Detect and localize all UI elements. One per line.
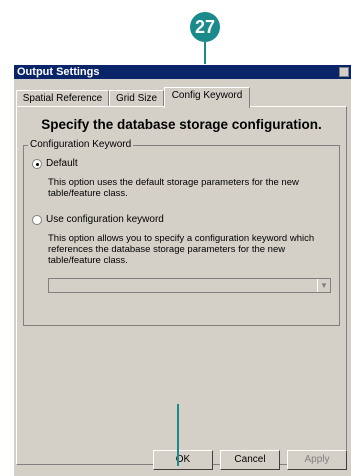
cancel-button[interactable]: Cancel [220,450,280,470]
config-keyword-select[interactable]: ▼ [48,278,331,293]
config-keyword-description-line2: references the database storage paramete… [48,244,286,255]
close-icon[interactable] [339,67,349,77]
config-keyword-description-line1: This option allows you to specify a conf… [48,233,315,244]
default-radio-label[interactable]: Default [46,158,78,169]
tab-spatial-reference[interactable]: Spatial Reference [16,90,109,107]
callout-line-ok [177,404,179,466]
default-radio[interactable] [32,159,42,169]
configuration-keyword-group: Configuration Keyword Default This optio… [23,139,340,326]
tab-config-keyword[interactable]: Config Keyword [164,87,250,108]
config-keyword-panel: Specify the database storage configurati… [16,106,347,465]
use-config-keyword-label[interactable]: Use configuration keyword [46,214,164,225]
config-keyword-description-line3: table/feature class. [48,255,128,266]
panel-heading: Specify the database storage configurati… [41,117,322,132]
use-config-keyword-radio[interactable] [32,215,42,225]
default-description-line2: table/feature class. [48,188,128,199]
tab-grid-size[interactable]: Grid Size [109,90,164,107]
step-number-badge: 27 [190,12,220,42]
default-description-line1: This option uses the default storage par… [48,177,299,188]
output-settings-dialog: Output Settings Spatial Reference Grid S… [13,64,351,476]
group-label: Configuration Keyword [28,139,134,150]
ok-button[interactable]: OK [153,450,213,470]
apply-button[interactable]: Apply [287,450,347,470]
title-bar: Output Settings [14,65,351,79]
window-title: Output Settings [17,66,100,78]
chevron-down-icon[interactable]: ▼ [317,279,330,292]
